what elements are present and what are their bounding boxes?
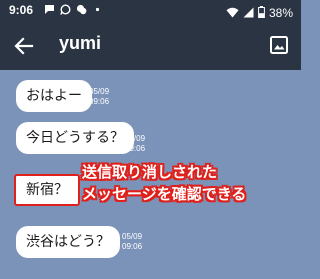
arrow-left-icon	[14, 37, 34, 55]
signal-icon	[243, 3, 254, 22]
notification-icons	[44, 4, 103, 15]
chat-area: おはよー 05/09 09:06 今日どうする？ 05/09 09:06 新宿？…	[0, 70, 301, 279]
status-time: 9:06	[9, 3, 34, 17]
message-meta: 05/09 09:06	[125, 134, 145, 154]
annotation-line-1: 送信取り消しされた	[82, 163, 218, 181]
wifi-icon	[226, 3, 239, 22]
annotation-caption: 送信取り消しされた メッセージを確認できる	[82, 161, 297, 205]
message-bubble[interactable]: 渋谷はどう？	[16, 226, 120, 258]
whatsapp-icon	[60, 4, 71, 15]
annotation-line-2: メッセージを確認できる	[82, 185, 247, 203]
chat-title: yumi	[59, 33, 102, 53]
deleted-message-bubble[interactable]: 新宿？	[14, 174, 80, 206]
app-bar: yumi	[0, 22, 301, 70]
message-meta: 05/09 09:06	[89, 87, 109, 107]
message-bubble[interactable]: おはよー	[16, 80, 92, 112]
message-date: 05/09	[122, 232, 143, 241]
battery-level: 38%	[268, 5, 293, 20]
chat-bubble-icon	[44, 4, 55, 15]
status-bar: 9:06 38%	[0, 0, 301, 22]
message-meta: 05/09 09:06	[122, 232, 142, 252]
message-time: 09:06	[125, 144, 146, 153]
message-date: 05/09	[125, 134, 146, 143]
system-icons: 38%	[226, 3, 293, 22]
dot-icon	[92, 4, 103, 15]
image-icon	[270, 36, 288, 54]
message-date: 05/09	[89, 87, 110, 96]
message-time: 09:06	[89, 97, 110, 106]
message-bubble[interactable]: 今日どうする？	[16, 122, 134, 154]
back-button[interactable]	[12, 34, 36, 58]
battery-icon	[258, 3, 265, 22]
image-button[interactable]	[269, 35, 289, 55]
message-time: 09:06	[122, 242, 143, 251]
chat-icon	[76, 4, 87, 15]
